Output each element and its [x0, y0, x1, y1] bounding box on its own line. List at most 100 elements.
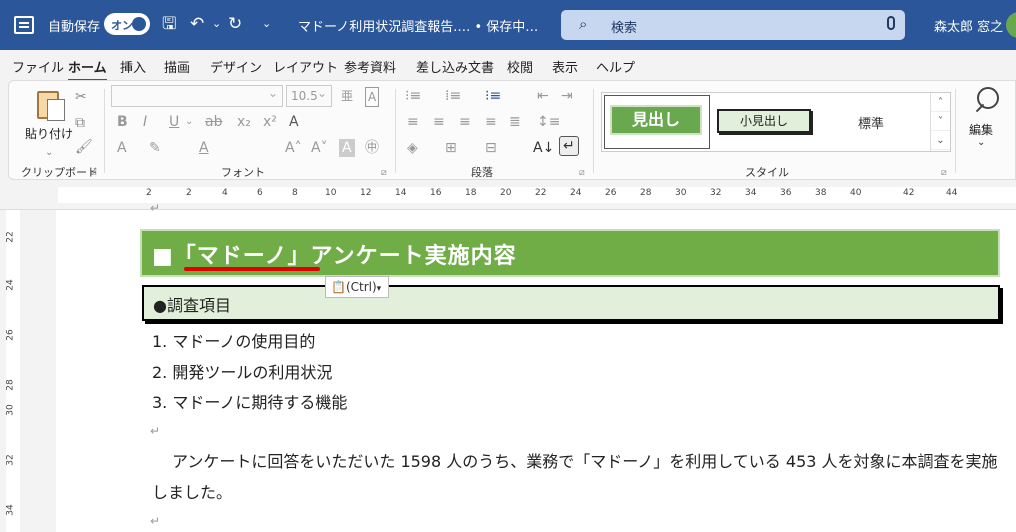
- font-size-combo[interactable]: 10.5: [286, 85, 332, 107]
- tab-references[interactable]: 参考資料: [344, 57, 396, 76]
- font-launcher-icon[interactable]: ⧄: [381, 165, 387, 181]
- heading-2[interactable]: ●調査項目: [153, 292, 231, 316]
- bold-icon[interactable]: B: [117, 113, 128, 131]
- tab-design[interactable]: デザイン: [210, 57, 262, 76]
- distribute-icon[interactable]: ≣: [509, 113, 521, 131]
- decrease-indent-icon[interactable]: ⇤: [537, 87, 549, 105]
- editing-dropdown-icon[interactable]: ⌄: [977, 135, 985, 151]
- align-right-icon[interactable]: ≡: [459, 113, 471, 131]
- style-normal[interactable]: 標準: [858, 113, 884, 132]
- grow-font-icon[interactable]: A˄: [285, 139, 302, 157]
- shading-icon[interactable]: ◈: [407, 139, 418, 157]
- vruler-tick: 26: [5, 329, 16, 341]
- sort-icon[interactable]: A↓: [533, 139, 554, 157]
- chevron-up-icon[interactable]: ˄: [931, 93, 950, 112]
- tab-help[interactable]: ヘルプ: [596, 57, 635, 76]
- copy-icon[interactable]: ⧉: [75, 115, 85, 131]
- subscript-icon[interactable]: x₂: [237, 113, 251, 131]
- increase-indent-icon[interactable]: ⇥: [561, 87, 573, 105]
- align-center-icon[interactable]: ≡: [433, 113, 445, 131]
- paste-icon[interactable]: [33, 89, 67, 123]
- ruler-tick: 6: [257, 188, 263, 198]
- show-marks-icon[interactable]: ↵: [559, 136, 579, 156]
- style-heading[interactable]: 見出し: [604, 95, 710, 149]
- vruler-tick: 32: [5, 454, 16, 466]
- phonetic-guide-icon[interactable]: 亜: [341, 87, 353, 105]
- char-border-icon[interactable]: A: [365, 87, 380, 107]
- font-color-icon[interactable]: A: [199, 139, 209, 157]
- styles-launcher-icon[interactable]: ⧄: [941, 165, 947, 181]
- undo-dropdown-icon[interactable]: ⌄: [212, 14, 221, 34]
- cut-icon[interactable]: ✂: [75, 89, 87, 105]
- paste-dropdown-icon[interactable]: ⌄: [45, 145, 53, 161]
- search-box[interactable]: ⌕ 検索: [561, 10, 905, 40]
- microphone-icon[interactable]: [887, 16, 895, 30]
- strikethrough-icon[interactable]: ab: [205, 113, 222, 131]
- ribbon-home: 貼り付け ⌄ ✂ ⧉ 🖌 クリップボード ⧄ 10.5 亜 A B I U ⌄ …: [8, 80, 1016, 180]
- justify-icon[interactable]: ≡: [485, 113, 497, 131]
- ruler-tick: 28: [640, 188, 652, 198]
- heading-1[interactable]: ■「マドーノ」アンケート実施内容: [152, 238, 517, 270]
- avatar[interactable]: [1006, 12, 1016, 38]
- underline-icon[interactable]: U: [169, 113, 179, 131]
- list-item[interactable]: 1. マドーノの使用目的: [152, 328, 315, 352]
- enclose-char-icon[interactable]: ㊥: [365, 139, 379, 157]
- editing-search-icon[interactable]: [971, 87, 1001, 117]
- multilevel-list-icon[interactable]: ⁝≡: [485, 87, 501, 105]
- paragraph-mark: ↵: [150, 514, 161, 528]
- align-left-icon[interactable]: ≡: [407, 113, 419, 131]
- ruler-tick: 2: [146, 188, 152, 198]
- tab-mailings[interactable]: 差し込み文書: [416, 57, 494, 76]
- tab-review[interactable]: 校閲: [507, 57, 533, 76]
- borders-icon[interactable]: ⊞: [445, 139, 457, 157]
- highlight-icon[interactable]: ✎: [149, 139, 161, 157]
- styles-gallery: 見出し 小見出し 標準 ˄ ˅ ⌄: [601, 92, 951, 152]
- ruler-tick: 20: [500, 188, 512, 198]
- tab-layout[interactable]: レイアウト: [273, 57, 338, 76]
- subheading-block[interactable]: [142, 285, 1000, 321]
- undo-icon[interactable]: ↶: [190, 14, 204, 34]
- clear-format-icon[interactable]: A: [289, 113, 299, 131]
- paragraph-launcher-icon[interactable]: ⧄: [579, 165, 585, 181]
- vruler-tick: 34: [5, 504, 16, 516]
- format-painter-icon[interactable]: 🖌: [75, 139, 93, 155]
- underline-dropdown-icon[interactable]: ⌄: [185, 113, 193, 131]
- customize-icon[interactable]: ⌄: [262, 14, 271, 34]
- ruler-tick: 36: [780, 188, 792, 198]
- tab-view[interactable]: 表示: [552, 57, 578, 76]
- shrink-font-icon[interactable]: A˅: [311, 139, 328, 157]
- tab-insert[interactable]: 挿入: [120, 57, 146, 76]
- ruler-tick: 22: [535, 188, 547, 198]
- bullets-icon[interactable]: ⁝≡: [405, 87, 421, 105]
- line-spacing-icon[interactable]: ↕≡: [537, 113, 560, 131]
- style-subheading[interactable]: 小見出し: [717, 109, 811, 133]
- italic-icon[interactable]: I: [143, 113, 147, 131]
- autosave-label: 自動保存: [48, 20, 101, 35]
- document-title[interactable]: マドーノ利用状況調査報告.… • 保存中…: [298, 16, 538, 35]
- styles-scroll[interactable]: ˄ ˅ ⌄: [930, 93, 950, 151]
- list-item[interactable]: 3. マドーノに期待する機能: [152, 389, 347, 413]
- user-name[interactable]: 森太郎 窓之: [934, 16, 1003, 35]
- paste-options-button[interactable]: 📋(Ctrl)▾: [325, 276, 389, 298]
- chevron-down-icon: ▾: [376, 284, 382, 294]
- autosave-toggle[interactable]: オン: [104, 13, 150, 35]
- superscript-icon[interactable]: x²: [263, 113, 277, 131]
- clipboard-launcher-icon[interactable]: ⧄: [91, 165, 97, 181]
- clipboard-group-label: クリップボード: [21, 166, 98, 179]
- more-icon[interactable]: ⌄: [931, 131, 950, 150]
- chevron-down-icon[interactable]: ˅: [931, 112, 950, 131]
- body-paragraph[interactable]: アンケートに回答をいただいた 1598 人のうち、業務で「マドーノ」を利用してい…: [152, 446, 1002, 508]
- tab-file[interactable]: ファイル: [12, 57, 64, 76]
- tab-draw[interactable]: 描画: [164, 57, 190, 76]
- char-shading-icon[interactable]: A: [339, 139, 355, 157]
- redo-icon[interactable]: ↻: [228, 14, 242, 34]
- paste-button[interactable]: 貼り付け: [25, 125, 73, 142]
- asian-layout-icon[interactable]: ⊟: [485, 139, 497, 157]
- numbering-icon[interactable]: ⁞≡: [445, 87, 461, 105]
- text-effects-icon[interactable]: A: [117, 139, 127, 157]
- save-icon[interactable]: 🖫: [162, 14, 176, 34]
- tab-home[interactable]: ホーム: [68, 57, 107, 82]
- ruler-tick: 4: [222, 188, 228, 198]
- font-name-combo[interactable]: [111, 85, 283, 107]
- list-item[interactable]: 2. 開発ツールの利用状況: [152, 359, 332, 383]
